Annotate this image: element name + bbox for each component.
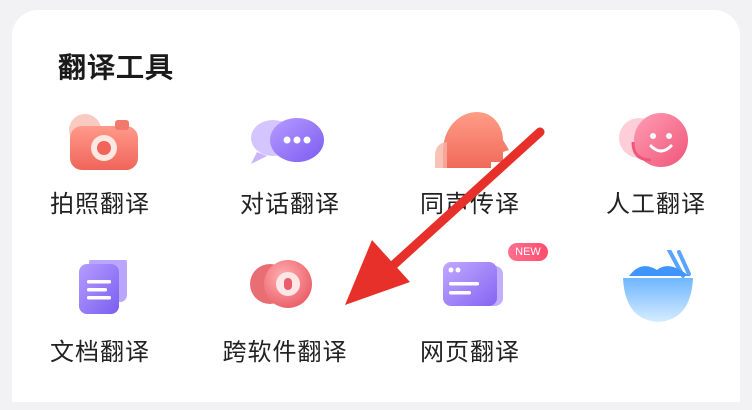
tool-label: 文档翻译 — [50, 338, 150, 366]
bowl-icon — [623, 250, 693, 322]
tool-label: 网页翻译 — [420, 338, 520, 366]
tool-label: 对话翻译 — [240, 190, 340, 218]
tool-document-translate[interactable]: 文档翻译 — [15, 260, 185, 410]
tool-simultaneous-interpret[interactable]: 同声传译 — [385, 112, 555, 262]
section-title: 翻译工具 — [58, 51, 175, 84]
tool-dialog-translate[interactable]: 对话翻译 — [205, 112, 375, 262]
tool-web-translate[interactable]: 网页翻译 — [385, 260, 555, 410]
tool-bowl[interactable] — [571, 250, 741, 400]
tool-human-translate[interactable]: 人工翻译 — [571, 112, 741, 262]
tool-label: 拍照翻译 — [50, 190, 150, 218]
tool-photo-translate[interactable]: 拍照翻译 — [15, 112, 185, 262]
tool-label: 同声传译 — [420, 190, 520, 218]
tool-label: 人工翻译 — [606, 190, 706, 218]
tool-label: 跨软件翻译 — [222, 338, 348, 366]
tool-cross-app-translate[interactable]: 跨软件翻译 — [200, 260, 370, 410]
new-badge: NEW — [508, 243, 548, 261]
